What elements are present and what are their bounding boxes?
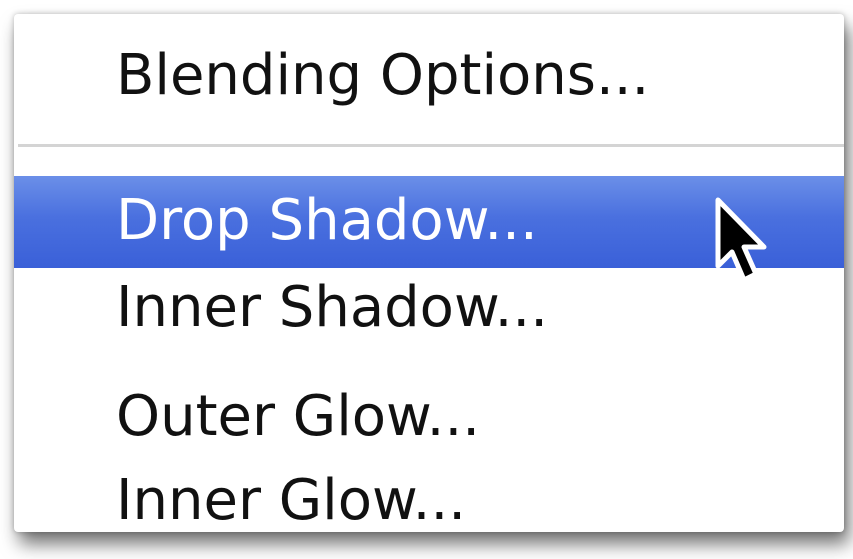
menu-item-outer-glow[interactable]: Outer Glow... [14,389,844,459]
menu-item-blending-options[interactable]: Blending Options... [14,48,844,118]
menu-item-inner-glow[interactable]: Inner Glow... [14,473,844,532]
menu-separator [18,144,844,147]
menu-item-label: Inner Shadow... [116,275,549,340]
menu-item-label: Inner Glow... [116,468,467,532]
menu-item-label: Outer Glow... [116,384,481,449]
menu-item-label: Blending Options... [116,43,650,108]
arrow-cursor-icon [715,197,767,283]
menu-item-label: Drop Shadow... [116,188,538,253]
